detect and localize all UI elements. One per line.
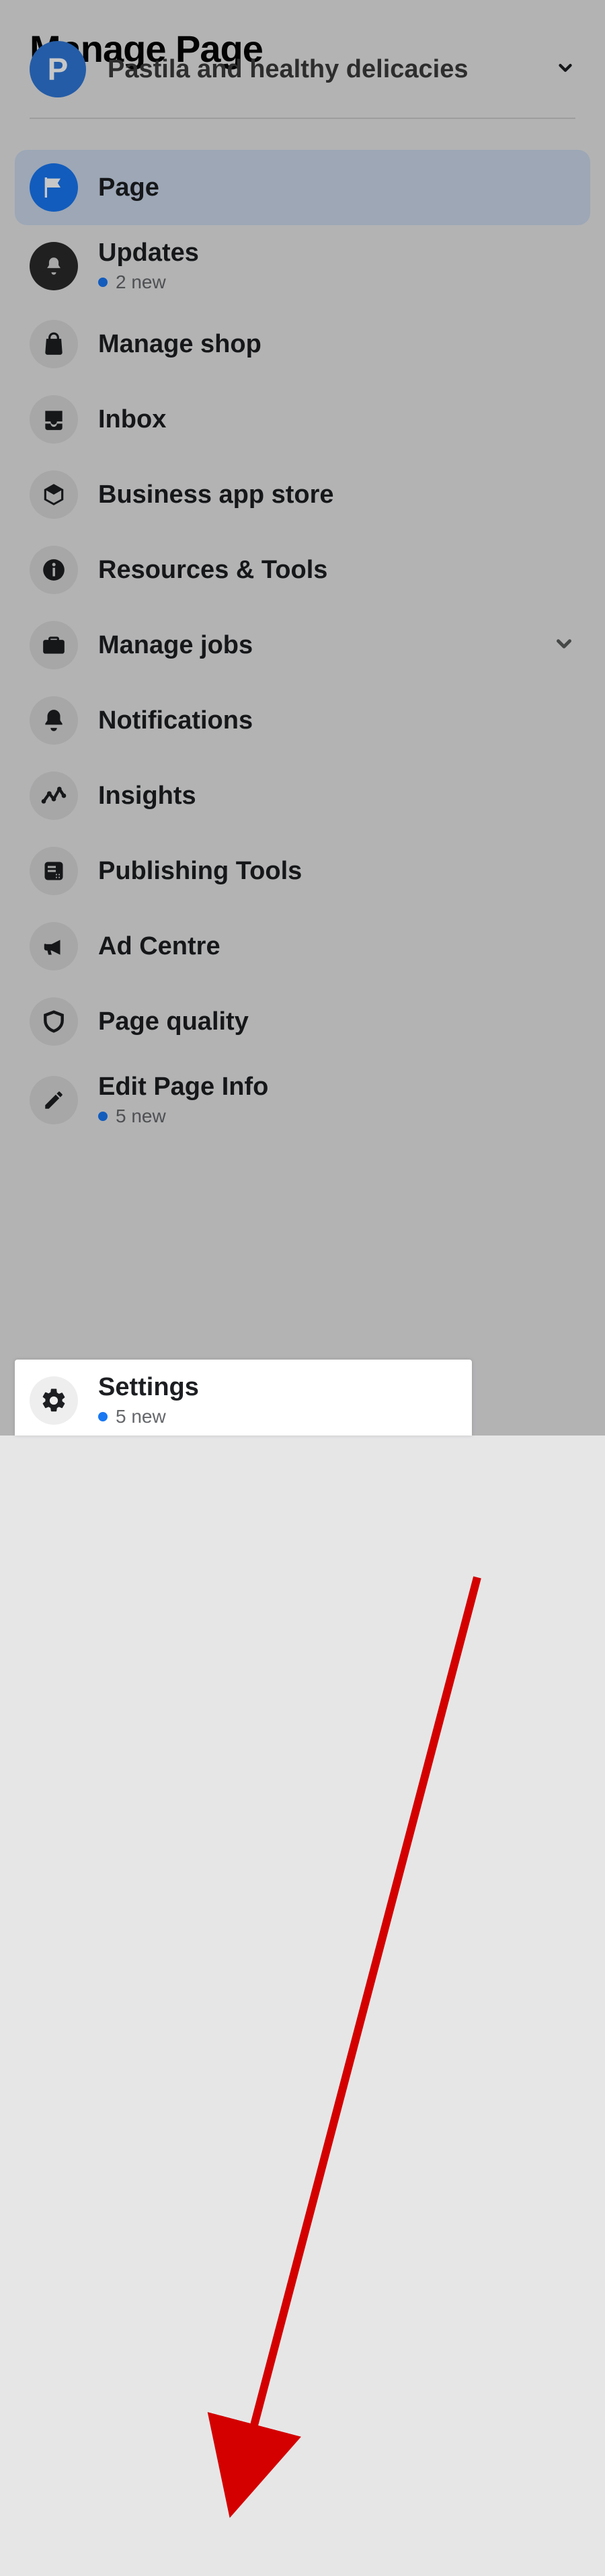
sidebar-item-edit-page-info[interactable]: Edit Page Info 5 new	[15, 1059, 590, 1140]
sidebar-item-page[interactable]: Page	[15, 150, 590, 225]
sidebar-item-badge: 5 new	[98, 1406, 199, 1427]
gear-icon	[30, 1376, 78, 1425]
sidebar-item-label: Notifications	[98, 706, 253, 735]
shield-icon	[30, 997, 78, 1046]
sidebar-item-label: Business app store	[98, 481, 334, 509]
flag-icon	[30, 163, 78, 212]
annotation-arrow	[0, 1140, 605, 2576]
bell-icon	[30, 696, 78, 745]
sidebar-item-label: Page	[98, 173, 159, 202]
page-selector[interactable]: P Pastila and healthy delicacies	[0, 79, 605, 118]
cube-icon	[30, 470, 78, 519]
sidebar-item-label: Page quality	[98, 1007, 249, 1036]
inbox-icon	[30, 395, 78, 444]
shopping-bag-icon	[30, 320, 78, 368]
sidebar-item-page-quality[interactable]: Page quality	[15, 984, 590, 1059]
sidebar-item-label: Edit Page Info	[98, 1073, 268, 1102]
sidebar-item-manage-shop[interactable]: Manage shop	[15, 306, 590, 382]
sidebar-item-badge: 2 new	[98, 272, 199, 293]
sidebar-item-label: Insights	[98, 782, 196, 811]
pencil-icon	[30, 1076, 78, 1124]
sidebar-item-label: Updates	[98, 239, 199, 267]
sidebar-item-publishing-tools[interactable]: Publishing Tools	[15, 833, 590, 909]
sidebar-item-label: Resources & Tools	[98, 556, 327, 585]
page-avatar: P	[30, 41, 86, 97]
publishing-icon	[30, 847, 78, 895]
sidebar-item-label: Manage shop	[98, 330, 261, 359]
chevron-down-icon	[553, 632, 575, 659]
insights-icon	[30, 772, 78, 820]
sidebar-item-label: Manage jobs	[98, 631, 253, 660]
bell-square-icon	[30, 242, 78, 290]
sidebar-item-resources-tools[interactable]: Resources & Tools	[15, 532, 590, 608]
sidebar-item-business-app-store[interactable]: Business app store	[15, 457, 590, 532]
sidebar-item-label: Ad Centre	[98, 932, 220, 961]
sidebar-item-inbox[interactable]: Inbox	[15, 382, 590, 457]
sidebar-item-insights[interactable]: Insights	[15, 758, 590, 833]
divider	[30, 118, 575, 119]
sidebar-item-settings[interactable]: Settings 5 new	[15, 1360, 472, 1436]
sidebar-item-notifications[interactable]: Notifications	[15, 683, 590, 758]
sidebar-item-updates[interactable]: Updates 2 new	[15, 225, 590, 306]
sidebar-item-label: Settings	[98, 1373, 199, 1402]
sidebar-item-ad-centre[interactable]: Ad Centre	[15, 909, 590, 984]
briefcase-icon	[30, 621, 78, 669]
chevron-down-icon	[555, 58, 575, 81]
page-name: Pastila and healthy delicacies	[108, 55, 555, 84]
sidebar-item-label: Inbox	[98, 405, 166, 434]
sidebar-item-badge: 5 new	[98, 1106, 268, 1127]
sidebar-item-manage-jobs[interactable]: Manage jobs	[15, 608, 590, 683]
sidebar-item-label: Publishing Tools	[98, 857, 302, 886]
megaphone-icon	[30, 922, 78, 970]
info-icon	[30, 546, 78, 594]
